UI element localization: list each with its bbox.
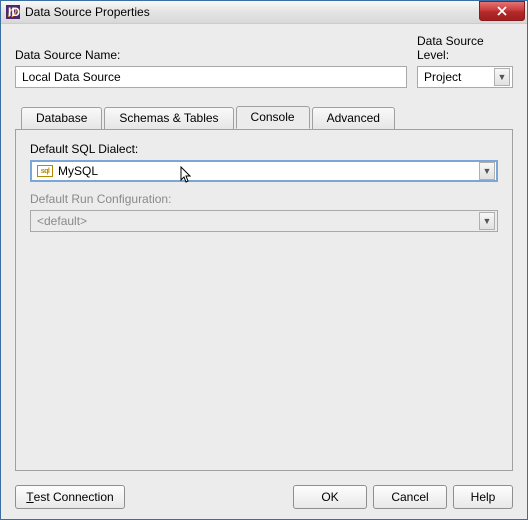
- help-button[interactable]: Help: [453, 485, 513, 509]
- dialog-window: ID Data Source Properties Data Source Na…: [0, 0, 528, 520]
- data-source-level-combo[interactable]: Project ▼: [417, 66, 513, 88]
- default-run-config-label: Default Run Configuration:: [30, 192, 498, 206]
- data-source-level-value: Project: [424, 70, 494, 84]
- data-source-name-label: Data Source Name:: [15, 48, 407, 62]
- close-button[interactable]: [479, 1, 525, 21]
- tab-schemas-tables[interactable]: Schemas & Tables: [104, 107, 233, 129]
- test-connection-button[interactable]: Test Connection: [15, 485, 125, 509]
- data-source-level-label: Data Source Level:: [417, 34, 513, 62]
- tabs: Database Schemas & Tables Console Advanc…: [15, 106, 513, 471]
- svg-text:ID: ID: [8, 5, 20, 19]
- chevron-down-icon: ▼: [479, 162, 495, 180]
- tab-console[interactable]: Console: [236, 106, 310, 129]
- dialog-content: Data Source Name: Data Source Level: Pro…: [1, 24, 527, 479]
- tab-panel-console: Default SQL Dialect: sql MySQL ▼ Default…: [15, 129, 513, 471]
- default-sql-dialect-combo[interactable]: sql MySQL ▼: [30, 160, 498, 182]
- app-icon: ID: [5, 4, 21, 20]
- titlebar: ID Data Source Properties: [1, 1, 527, 24]
- default-run-config-value: <default>: [37, 214, 479, 228]
- default-run-config-combo: <default> ▼: [30, 210, 498, 232]
- default-sql-dialect-value: MySQL: [58, 164, 479, 178]
- sql-icon: sql: [36, 164, 54, 178]
- cancel-button[interactable]: Cancel: [373, 485, 447, 509]
- default-sql-dialect-label: Default SQL Dialect:: [30, 142, 498, 156]
- tab-database[interactable]: Database: [21, 107, 102, 129]
- chevron-down-icon: ▼: [479, 212, 495, 230]
- ok-button[interactable]: OK: [293, 485, 367, 509]
- data-source-name-input[interactable]: [15, 66, 407, 88]
- window-title: Data Source Properties: [25, 5, 150, 19]
- chevron-down-icon: ▼: [494, 68, 510, 86]
- tab-advanced[interactable]: Advanced: [312, 107, 395, 129]
- dialog-footer: Test Connection OK Cancel Help: [1, 479, 527, 519]
